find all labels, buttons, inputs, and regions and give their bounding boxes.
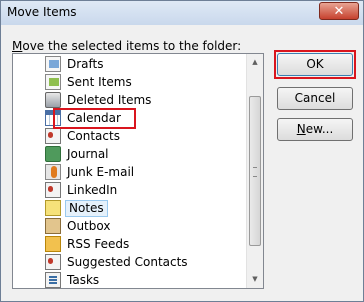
folder-prompt-label: Move the selected items to the folder:: [12, 39, 241, 53]
tree-item-rss-feeds[interactable]: RSS Feeds: [45, 235, 131, 253]
outbox-icon: [45, 218, 61, 234]
tree-item-label: Journal: [67, 147, 109, 161]
tree-item-label: Contacts: [67, 129, 120, 143]
contacts-icon: [45, 128, 61, 144]
sent-items-icon: [45, 74, 61, 90]
tree-item-label: Junk E-mail: [67, 165, 135, 179]
contacts-icon: [45, 182, 61, 198]
tree-item-notes[interactable]: Notes: [45, 199, 108, 217]
calendar-highlight-frame: [53, 108, 136, 129]
tree-item-journal[interactable]: Journal: [45, 145, 111, 163]
tree-item-label: Tasks: [67, 273, 100, 287]
tree-item-drafts[interactable]: Drafts: [45, 55, 106, 73]
title-bar: Move Items ✕: [1, 1, 363, 25]
cancel-button[interactable]: Cancel: [277, 87, 353, 110]
tree-item-label: RSS Feeds: [67, 237, 130, 251]
tree-item-outbox[interactable]: Outbox: [45, 217, 112, 235]
tree-item-label: Deleted Items: [67, 93, 152, 107]
tree-item-label: Outbox: [67, 219, 111, 233]
close-button[interactable]: ✕: [319, 2, 359, 20]
tree-item-label: Notes: [65, 199, 108, 217]
close-icon: ✕: [333, 4, 345, 19]
grip-icon: [253, 167, 257, 177]
scroll-up-icon[interactable]: ▲: [247, 54, 263, 71]
tree-item-deleted-items[interactable]: Deleted Items: [45, 91, 153, 109]
new-folder-button[interactable]: New...: [277, 118, 353, 141]
vertical-scrollbar[interactable]: ▲ ▼: [246, 54, 263, 288]
tasks-icon: [45, 272, 61, 288]
prompt-accelerator: M: [12, 39, 23, 53]
move-items-dialog: Move Items ✕ Move the selected items to …: [0, 0, 364, 302]
tree-item-suggested-contacts[interactable]: Suggested Contacts: [45, 253, 190, 271]
deleted-items-icon: [45, 92, 61, 108]
rss-feeds-icon: [45, 236, 61, 252]
drafts-icon: [45, 56, 61, 72]
tree-item-contacts[interactable]: Contacts: [45, 127, 122, 145]
tree-item-label: Drafts: [67, 57, 104, 71]
tree-item-tasks[interactable]: Tasks: [45, 271, 101, 288]
tree-item-junk-email[interactable]: Junk E-mail: [45, 163, 136, 181]
tree-item-linkedin[interactable]: LinkedIn: [45, 181, 119, 199]
tree-item-label: Sent Items: [67, 75, 132, 89]
prompt-text: ove the selected items to the folder:: [22, 39, 242, 53]
new-accelerator: N: [296, 122, 306, 136]
junk-email-icon: [45, 164, 61, 180]
folder-tree[interactable]: Drafts Sent Items ▷ Deleted Items Calend…: [12, 53, 264, 289]
contacts-icon: [45, 254, 61, 270]
journal-icon: [45, 146, 61, 162]
notes-icon: [45, 200, 61, 216]
new-label: ew...: [305, 122, 334, 136]
tree-item-sent-items[interactable]: Sent Items: [45, 73, 134, 91]
scroll-down-icon[interactable]: ▼: [247, 271, 263, 288]
dialog-title: Move Items: [7, 5, 77, 19]
tree-item-label: LinkedIn: [67, 183, 118, 197]
ok-button[interactable]: OK: [277, 53, 353, 76]
tree-item-label: Suggested Contacts: [67, 255, 188, 269]
scroll-thumb[interactable]: [249, 96, 261, 246]
